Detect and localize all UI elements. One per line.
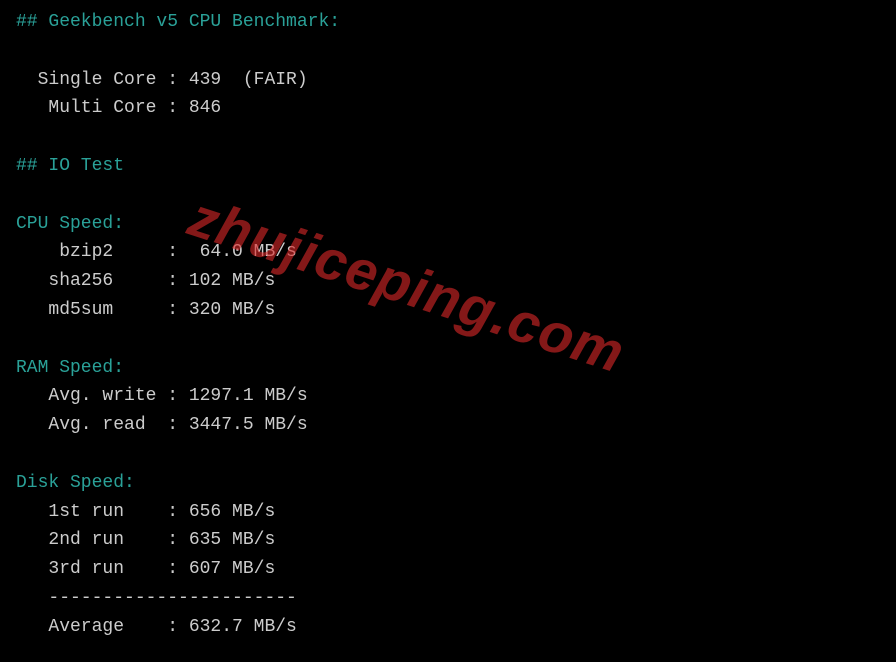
multi-core-line: Multi Core : 846 (16, 94, 880, 123)
cpu-sha256-line: sha256 : 102 MB/s (16, 267, 880, 296)
blank-line (16, 123, 880, 152)
cpu-speed-label: CPU Speed: (16, 210, 880, 239)
disk-avg-line: Average : 632.7 MB/s (16, 613, 880, 642)
disk-divider-line: ----------------------- (16, 584, 880, 613)
io-test-header: ## IO Test (16, 152, 880, 181)
blank-line (16, 181, 880, 210)
blank-line (16, 325, 880, 354)
disk-run1-line: 1st run : 656 MB/s (16, 498, 880, 527)
cpu-bzip2-line: bzip2 : 64.0 MB/s (16, 238, 880, 267)
blank-line (16, 440, 880, 469)
blank-line (16, 37, 880, 66)
single-core-line: Single Core : 439 (FAIR) (16, 66, 880, 95)
disk-run3-line: 3rd run : 607 MB/s (16, 555, 880, 584)
ram-write-line: Avg. write : 1297.1 MB/s (16, 382, 880, 411)
geekbench-header: ## Geekbench v5 CPU Benchmark: (16, 8, 880, 37)
ram-speed-label: RAM Speed: (16, 354, 880, 383)
disk-speed-label: Disk Speed: (16, 469, 880, 498)
disk-run2-line: 2nd run : 635 MB/s (16, 526, 880, 555)
cpu-md5sum-line: md5sum : 320 MB/s (16, 296, 880, 325)
ram-read-line: Avg. read : 3447.5 MB/s (16, 411, 880, 440)
